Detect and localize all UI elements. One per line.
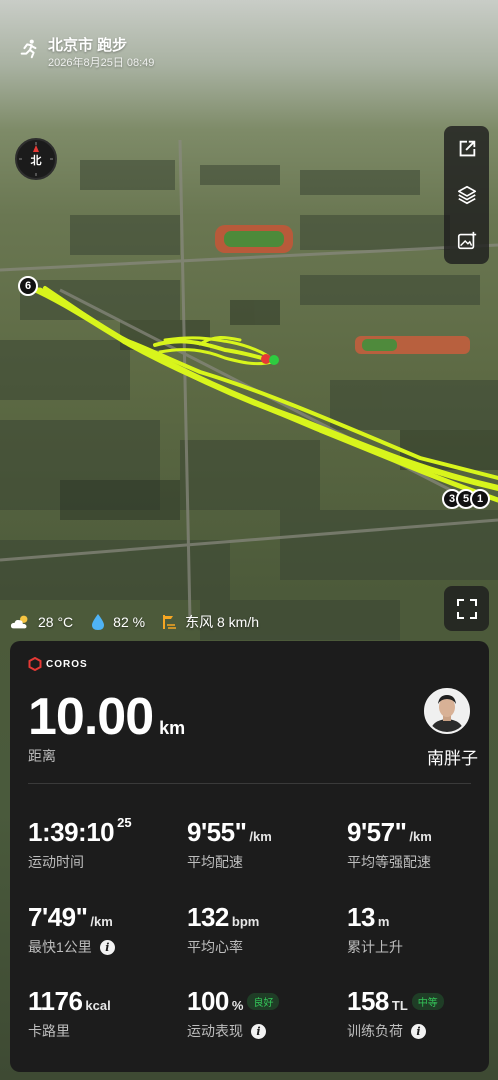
- stat-average-heart-rate: 132 bpm 平均心率: [187, 902, 259, 957]
- stat-grade-adjusted-pace: 9'57"/km 平均等强配速: [347, 817, 432, 872]
- km-marker-label: 5: [462, 493, 470, 505]
- stat-label: 平均配速: [187, 854, 243, 870]
- km-marker-label: 3: [448, 493, 456, 505]
- stat-label-row: 运动表现 i: [187, 1021, 279, 1041]
- km-marker-label: 1: [476, 493, 484, 505]
- stat-value: 1:39:10: [28, 817, 115, 847]
- stat-unit: %: [231, 998, 244, 1013]
- stat-value: 9'57": [347, 817, 407, 847]
- activity-title: 北京市 跑步: [48, 37, 128, 54]
- status-badge: 良好: [247, 993, 280, 1010]
- coros-logo-icon: [28, 657, 42, 671]
- avatar[interactable]: [424, 688, 470, 734]
- activity-summary-card: COROS 10.00 km 距离 南胖子 1:39:10 25 运动时间 9'55…: [10, 641, 489, 1072]
- status-badge: 中等: [411, 993, 444, 1010]
- stat-unit: m: [377, 914, 390, 929]
- layers-icon: [457, 185, 476, 205]
- distance-unit: km: [159, 718, 186, 738]
- compass[interactable]: 北: [15, 138, 57, 180]
- stat-value: 132: [187, 902, 229, 932]
- stat-value: 7'49": [28, 902, 88, 932]
- stat-label: 卡路里: [28, 1023, 70, 1039]
- stat-label: 运动时间: [28, 854, 84, 870]
- stat-label-row: 最快1公里 i: [28, 937, 115, 957]
- distance-label: 距离: [28, 748, 56, 764]
- map-layers-button[interactable]: [444, 172, 489, 218]
- user-name[interactable]: 南胖子: [388, 744, 478, 769]
- start-point-marker: [269, 355, 279, 365]
- stat-training-load: 158 TL 中等 训练负荷 i: [347, 986, 444, 1041]
- km-marker-6[interactable]: 6: [18, 276, 38, 296]
- stat-calories: 1176 kcal 卡路里: [28, 986, 111, 1041]
- stat-value: 100: [187, 986, 229, 1016]
- map-toolbar: [444, 126, 489, 264]
- distance-value: 10.00: [28, 688, 154, 746]
- stat-label: 平均等强配速: [347, 854, 431, 870]
- stat-value: 13: [347, 902, 375, 932]
- share-icon: [459, 140, 475, 157]
- stat-value-fraction: 25: [117, 815, 132, 830]
- stat-unit: /km: [249, 829, 272, 844]
- avatar-image: [426, 690, 468, 732]
- fullscreen-icon: [456, 598, 477, 619]
- stat-unit: bpm: [231, 914, 260, 929]
- weather-bar: 28 °C 82 % 东风 8 km/h: [10, 611, 259, 633]
- divider: [28, 783, 471, 784]
- distance-value-group: 10.00 km: [28, 687, 185, 747]
- stat-label: 最快1公里: [28, 939, 92, 955]
- stat-unit: /km: [90, 914, 113, 929]
- km-marker-1[interactable]: 1: [470, 489, 490, 509]
- info-icon[interactable]: i: [411, 1023, 426, 1039]
- humidity-value: 82 %: [113, 614, 146, 630]
- wind-value: 东风 8 km/h: [185, 614, 259, 630]
- stat-average-pace: 9'55"/km 平均配速: [187, 817, 272, 872]
- stat-label: 运动表现: [187, 1023, 243, 1039]
- image-icon: [457, 231, 476, 250]
- stat-label: 累计上升: [347, 939, 403, 955]
- share-button[interactable]: [444, 126, 489, 172]
- stat-value: 158: [347, 986, 389, 1016]
- brand-name: COROS: [46, 658, 88, 670]
- km-marker-label: 6: [24, 280, 32, 292]
- compass-north-label: 北: [30, 155, 42, 167]
- fullscreen-button[interactable]: [444, 586, 489, 631]
- stat-value: 1176: [28, 986, 83, 1016]
- add-photo-button[interactable]: [444, 218, 489, 264]
- stat-unit: TL: [391, 998, 408, 1013]
- stat-value: 9'55": [187, 817, 247, 847]
- cloud-sun-icon: [10, 615, 28, 629]
- stat-moving-time: 1:39:10 25 运动时间: [28, 815, 132, 872]
- humidity-icon: [92, 614, 105, 630]
- run-icon: [20, 39, 37, 59]
- stat-label: 平均心率: [187, 939, 243, 955]
- brand: COROS: [28, 657, 88, 671]
- stat-label: 训练负荷: [347, 1023, 403, 1039]
- info-icon[interactable]: i: [99, 939, 115, 955]
- wind-icon: [163, 615, 177, 629]
- stat-fastest-km: 7'49"/km 最快1公里 i: [28, 902, 115, 957]
- temperature-value: 28 °C: [38, 614, 74, 630]
- stat-label-row: 训练负荷 i: [347, 1021, 444, 1041]
- stat-elevation-gain: 13 m 累计上升: [347, 902, 403, 957]
- info-icon[interactable]: i: [251, 1023, 266, 1039]
- stat-unit: kcal: [85, 998, 111, 1013]
- activity-date: 2026年8月25日 08:49: [48, 57, 155, 69]
- stat-performance: 100% 良好 运动表现 i: [187, 986, 280, 1041]
- stat-unit: /km: [409, 829, 432, 844]
